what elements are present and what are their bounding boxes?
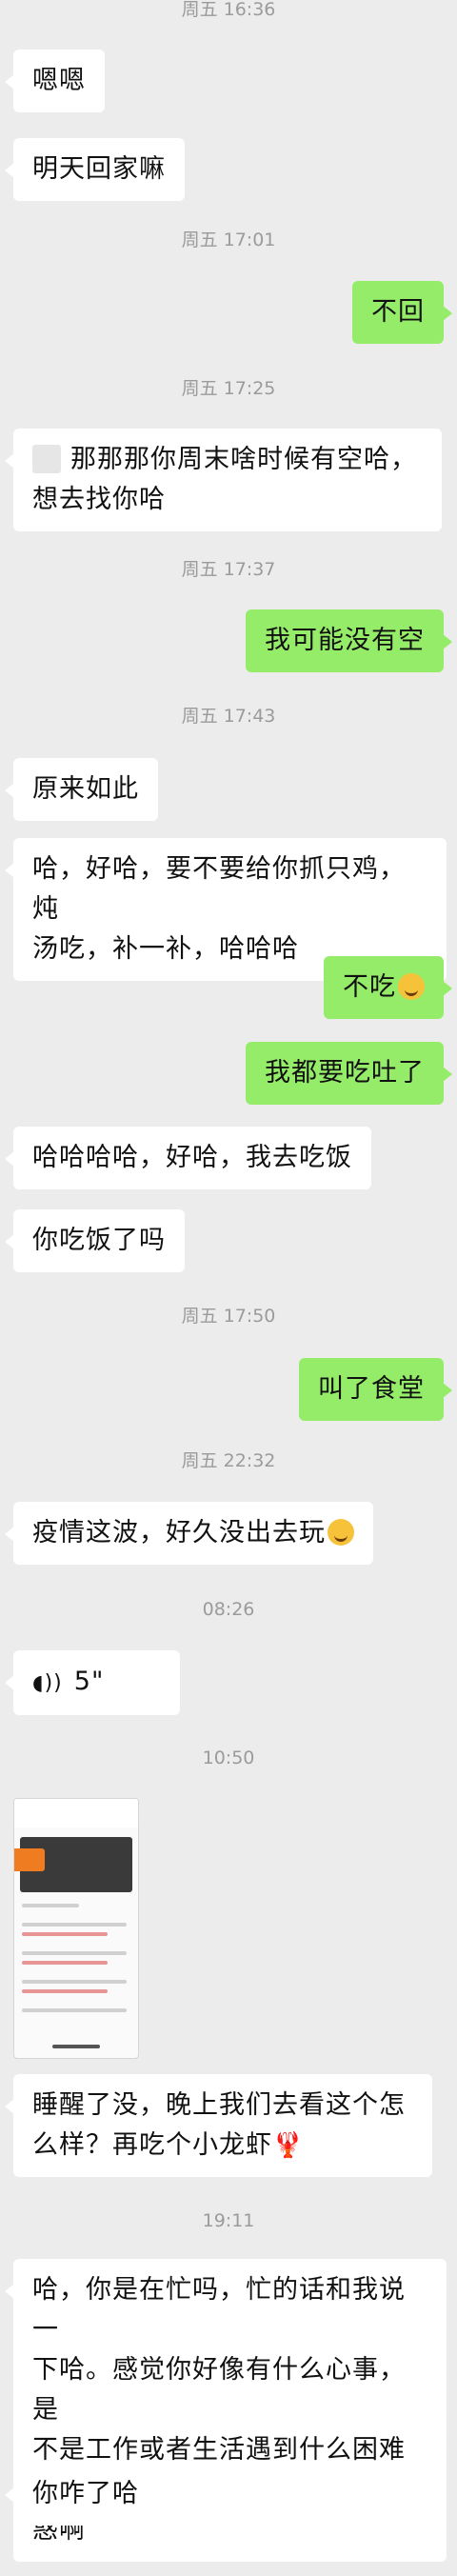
timestamp: 19:11 — [202, 2210, 255, 2231]
message-text: 嗯嗯 — [32, 66, 86, 95]
message-text: 哈，好哈，要不要给你抓只鸡，炖 — [32, 854, 406, 924]
message-text: 想去找你哈 — [32, 485, 166, 514]
message-text: 么样？再吃个小龙虾 — [32, 2130, 272, 2160]
thumbnail-line — [22, 1980, 127, 1984]
thumbnail-overlay — [14, 1848, 45, 1871]
grin-emoji-icon — [398, 973, 425, 1000]
message-text: 你吃饭了吗 — [32, 1226, 166, 1255]
message-text: 哈，你是在忙吗，忙的话和我说一 — [32, 2275, 406, 2345]
thumbnail-line — [22, 1923, 127, 1927]
timestamp: 周五 17:50 — [181, 1306, 276, 1327]
timestamp: 周五 17:37 — [181, 559, 276, 580]
message-text: 不吃 — [343, 972, 396, 1002]
message-text: 明天回家嘛 — [32, 154, 166, 184]
message-text: 叫了食堂 — [318, 1374, 425, 1404]
message-text: 下哈。感觉你好像有什么心事，是 — [32, 2355, 406, 2425]
message-bubble[interactable]: 明天回家嘛 — [5, 138, 185, 201]
thumbnail-home-bar — [52, 2045, 100, 2048]
timestamp: 周五 17:25 — [181, 378, 276, 399]
message-bubble[interactable]: 不回 — [352, 281, 452, 344]
smile-emoji-icon — [328, 1519, 354, 1546]
message-bubble[interactable]: 叫了食堂 — [299, 1358, 452, 1421]
message-bubble[interactable]: 嗯嗯 — [5, 50, 105, 112]
message-bubble[interactable]: 我可能没有空 — [246, 609, 452, 672]
message-text: 疫情这波，好久没出去玩 — [32, 1518, 326, 1548]
thumbnail-line — [22, 1951, 127, 1955]
message-bubble[interactable]: 你咋了哈 — [5, 2463, 158, 2526]
image-message-thumbnail[interactable] — [13, 1798, 139, 2059]
message-bubble[interactable]: 你吃饭了吗 — [5, 1209, 185, 1272]
thumbnail-line — [22, 2008, 127, 2012]
timestamp: 10:50 — [202, 1747, 255, 1768]
message-text: 那那那你周末啥时候有空哈， — [70, 445, 417, 474]
message-bubble[interactable]: 那那那你周末啥时候有空哈， 想去找你哈 — [5, 429, 442, 531]
thumbnail-line — [22, 1904, 79, 1907]
message-bubble[interactable]: 哈哈哈哈，好哈，我去吃饭 — [5, 1127, 371, 1189]
message-text: 我都要吃吐了 — [265, 1058, 425, 1088]
message-text: 不回 — [371, 297, 425, 327]
message-bubble[interactable]: 不吃 — [324, 956, 452, 1019]
timestamp: 08:26 — [202, 1599, 255, 1620]
message-text: 我可能没有空 — [265, 626, 425, 655]
message-text: 汤吃，补一补，哈哈哈 — [32, 934, 299, 964]
voice-duration: 5" — [73, 1667, 105, 1696]
message-bubble[interactable]: 疫情这波，好久没出去玩 — [5, 1502, 373, 1565]
thumbnail-line — [22, 1961, 108, 1965]
lobster-emoji-icon: 🦞 — [272, 2131, 305, 2160]
timestamp: 周五 17:01 — [181, 230, 276, 250]
timestamp: 周五 17:43 — [181, 706, 276, 727]
message-text: 你咋了哈 — [32, 2479, 139, 2508]
voice-message[interactable]: ◖)) 5" — [5, 1650, 180, 1715]
message-text: 睡醒了没，晚上我们去看这个怎 — [32, 2090, 406, 2120]
message-bubble[interactable]: 原来如此 — [5, 758, 158, 821]
thumbnail-header — [14, 1799, 138, 1827]
message-text: 哈哈哈哈，好哈，我去吃饭 — [32, 1143, 352, 1172]
timestamp: 周五 22:32 — [181, 1450, 276, 1471]
message-bubble[interactable]: 睡醒了没，晚上我们去看这个怎 么样？再吃个小龙虾🦞 — [5, 2074, 432, 2177]
thumbnail-line — [22, 1932, 108, 1936]
message-text: 原来如此 — [32, 774, 139, 804]
thumbnail-line — [22, 1989, 108, 1993]
message-bubble[interactable]: 我都要吃吐了 — [246, 1042, 452, 1105]
blurred-image — [32, 445, 61, 473]
voice-wave-icon: ◖)) — [32, 1671, 63, 1695]
timestamp: 周五 16:36 — [181, 0, 276, 20]
